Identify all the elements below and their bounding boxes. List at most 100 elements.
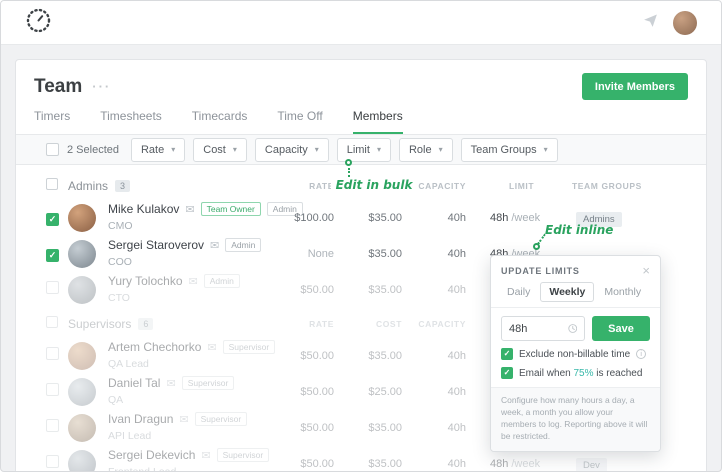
group-name[interactable]: Admins [68,179,108,193]
member-name[interactable]: Daniel Tal [108,376,160,390]
member-name[interactable]: Mike Kulakov [108,202,179,216]
limit-input[interactable] [509,322,568,335]
send-icon[interactable] [642,12,659,34]
selected-count-label: 2 Selected [67,143,119,156]
team-groups-cell[interactable]: Dev [570,455,688,471]
edit-in-bulk-target-dot[interactable] [345,159,352,166]
page-title: Team [34,75,83,97]
envelope-icon: ✉ [188,275,198,288]
envelope-icon: ✉ [166,377,176,390]
group-checkbox[interactable] [46,178,58,190]
rate-cell[interactable]: $50.00 [244,422,334,434]
member-name[interactable]: Yury Tolochko [108,274,183,288]
capacity-cell[interactable]: 40h [402,284,466,296]
popup-title: UPDATE LIMITS [501,265,580,276]
member-title: API Lead [108,430,152,443]
save-button[interactable]: Save [592,316,650,341]
title-menu-icon[interactable]: ··· [92,79,111,94]
group-name[interactable]: Supervisors [68,317,131,331]
capacity-cell[interactable]: 40h [402,386,466,398]
email-alert-checkbox[interactable]: ✓ [501,367,513,379]
row-checkbox[interactable] [46,419,59,432]
app-logo-icon[interactable] [25,7,52,39]
tab-timesheets[interactable]: Timesheets [100,109,162,134]
member-title: QA Lead [108,358,149,371]
rate-cell[interactable]: None [244,248,334,260]
capacity-cell[interactable]: 40h [402,248,466,260]
role-badge: Supervisor [194,411,248,427]
cost-cell[interactable]: $25.00 [334,386,402,398]
row-checkbox[interactable] [46,383,59,396]
filter-cost-dropdown[interactable]: Cost ▾ [193,137,247,162]
avatar [68,450,96,471]
section-tabs: Timers Timesheets Timecards Time Off Mem… [16,100,706,134]
user-avatar[interactable] [673,10,697,35]
chevron-down-icon: ▾ [171,145,176,154]
column-header-team-groups: TEAM GROUPS [572,181,642,191]
role-badge: Admin [203,273,240,289]
column-header-capacity: CAPACITY [418,319,466,329]
percent-threshold-link[interactable]: 75% [573,368,593,379]
rate-cell[interactable]: $50.00 [244,458,334,470]
tab-daily[interactable]: Daily [499,283,538,301]
avatar [68,414,96,442]
filter-team-groups-dropdown[interactable]: Team Groups ▾ [460,137,558,162]
chevron-down-icon: ▾ [543,145,548,154]
cost-cell[interactable]: $35.00 [334,458,402,470]
exclude-non-billable-checkbox[interactable]: ✓ [501,348,513,360]
filter-role-dropdown[interactable]: Role ▾ [398,137,453,162]
capacity-cell[interactable]: 40h [402,212,466,224]
limit-cell[interactable]: 48h/week [466,458,570,470]
member-name[interactable]: Ivan Dragun [108,412,173,426]
tab-members[interactable]: Members [352,109,403,134]
row-checkbox[interactable]: ✓ [46,213,59,226]
row-checkbox[interactable] [46,455,59,468]
edit-in-bulk-dotted-line [348,168,350,177]
rate-cell[interactable]: $50.00 [244,386,334,398]
cost-cell[interactable]: $35.00 [334,212,402,224]
select-all-checkbox[interactable] [46,143,59,156]
rate-cell[interactable]: $50.00 [244,284,334,296]
tab-weekly[interactable]: Weekly [540,282,595,302]
tab-monthly[interactable]: Monthly [596,283,649,301]
column-header-limit: LIMIT [509,181,535,191]
member-name[interactable]: Sergei Dekevich [108,448,195,462]
edit-in-bulk-annotation: Edit in bulk [331,178,417,192]
close-icon[interactable]: × [642,264,650,277]
member-title: QA [108,394,124,407]
filter-toolbar: 2 Selected Rate ▾ Cost ▾ Capacity ▾ Limi… [16,134,706,165]
row-checkbox[interactable] [46,281,59,294]
row-checkbox[interactable] [46,347,59,360]
filter-limit-dropdown[interactable]: Limit ▾ [336,137,391,162]
capacity-cell[interactable]: 40h [402,458,466,470]
cost-cell[interactable]: $35.00 [334,422,402,434]
row-checkbox[interactable]: ✓ [46,249,59,262]
tab-timers[interactable]: Timers [34,109,70,134]
filter-capacity-dropdown[interactable]: Capacity ▾ [254,137,329,162]
avatar [68,204,96,232]
member-title: CMO [108,220,133,233]
limit-period-tabs: Daily Weekly Monthly [491,282,660,308]
envelope-icon: ✉ [179,413,189,426]
cost-cell[interactable]: $35.00 [334,350,402,362]
member-name[interactable]: Artem Chechorko [108,340,201,354]
capacity-cell[interactable]: 40h [402,422,466,434]
tab-timecards[interactable]: Timecards [192,109,248,134]
chevron-down-icon: ▾ [438,145,443,154]
capacity-cell[interactable]: 40h [402,350,466,362]
cost-cell[interactable]: $35.00 [334,248,402,260]
group-checkbox[interactable] [46,316,58,328]
tab-time-off[interactable]: Time Off [277,109,322,134]
avatar [68,276,96,304]
envelope-icon: ✉ [201,449,211,462]
cost-cell[interactable]: $35.00 [334,284,402,296]
invite-members-button[interactable]: Invite Members [581,73,688,100]
member-title: CTO [108,292,130,305]
chevron-down-icon: ▾ [232,145,237,154]
rate-cell[interactable]: $50.00 [244,350,334,362]
member-name[interactable]: Sergei Staroverov [108,238,204,252]
filter-rate-dropdown[interactable]: Rate ▾ [130,137,186,162]
rate-cell[interactable]: $100.00 [244,212,334,224]
envelope-icon: ✉ [207,341,217,354]
column-header-rate: RATE [309,181,334,191]
